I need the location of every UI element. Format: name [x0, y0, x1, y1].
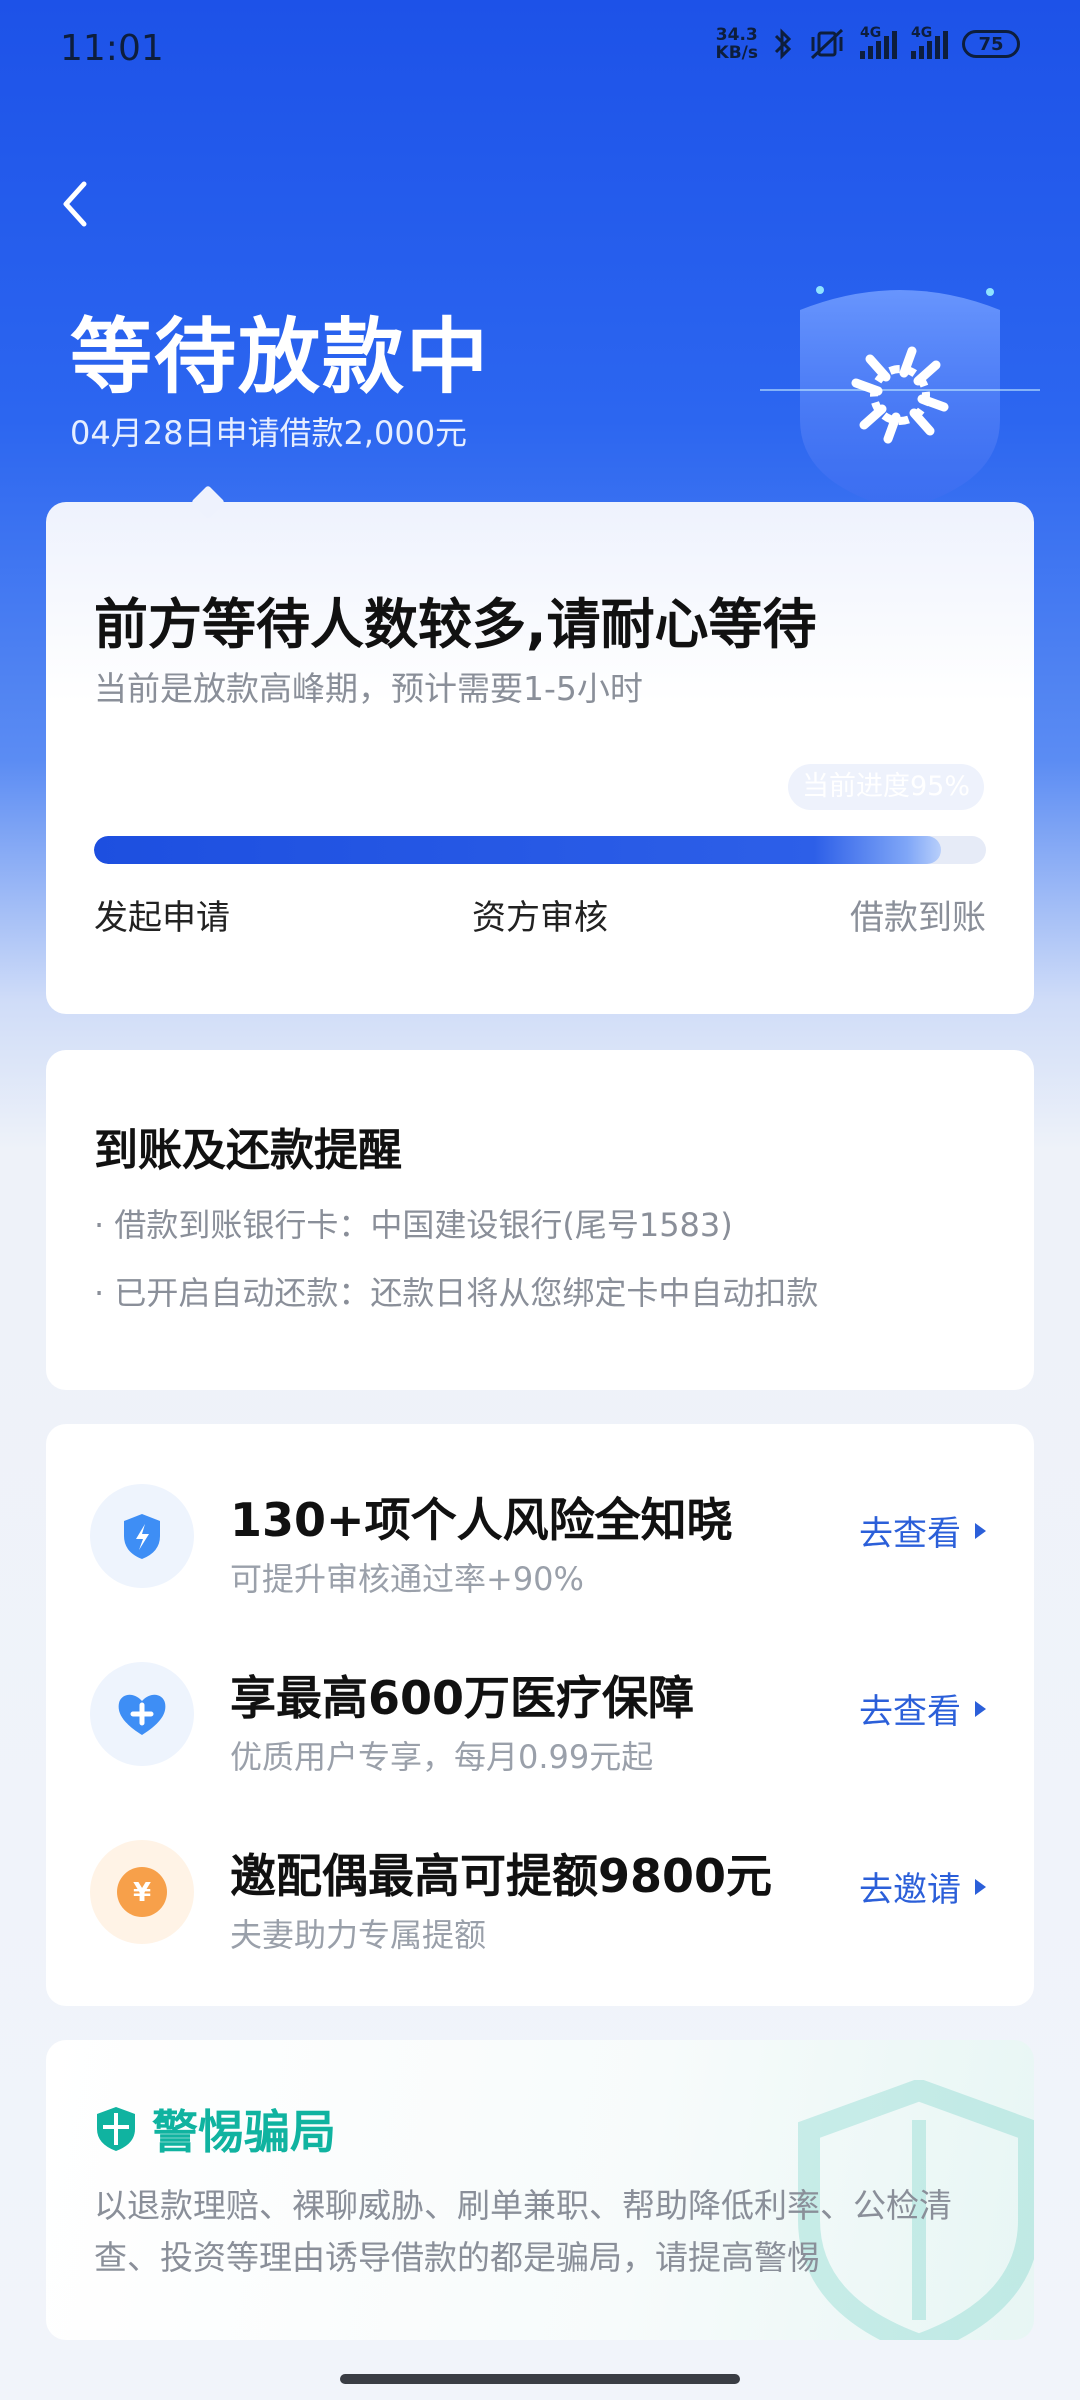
- fraud-warning-card: 警惕骗局 以退款理赔、裸聊威胁、刷单兼职、帮助降低利率、公检清查、投资等理由诱导…: [46, 2040, 1034, 2340]
- loan-progress-card: 前方等待人数较多,请耐心等待 当前是放款高峰期，预计需要1-5小时 当前进度95…: [46, 485, 1034, 1014]
- loan-application-info: 04月28日申请借款2,000元: [70, 414, 468, 452]
- triangle-right-icon: [975, 1522, 986, 1539]
- status-time: 11:01: [60, 28, 164, 69]
- progress-subtitle: 当前是放款高峰期，预计需要1-5小时: [94, 669, 643, 708]
- step-review: 资方审核: [472, 898, 608, 938]
- view-button[interactable]: 去查看: [859, 1684, 986, 1733]
- invite-button[interactable]: 去邀请: [859, 1862, 986, 1911]
- triangle-right-icon: [975, 1878, 986, 1895]
- fraud-warning-text: 以退款理赔、裸聊威胁、刷单兼职、帮助降低利率、公检清查、投资等理由诱导借款的都是…: [94, 2186, 952, 2277]
- status-bar: 11:01 34.3 KB/s 4G 4G 75: [0, 0, 1080, 100]
- fraud-warning-header: 警惕骗局: [94, 2096, 336, 2162]
- bluetooth-icon: [774, 28, 792, 60]
- network-speed: 34.3 KB/s: [715, 25, 758, 63]
- yuan-coin-icon: ¥: [90, 1840, 194, 1944]
- reminder-bank-card: · 借款到账银行卡：中国建设银行(尾号1583): [94, 1206, 733, 1244]
- step-apply: 发起申请: [94, 898, 230, 938]
- status-icons: 34.3 KB/s 4G 4G 75: [715, 25, 1020, 63]
- back-arrow-icon[interactable]: [48, 174, 108, 234]
- lightning-shield-icon: [90, 1484, 194, 1588]
- svg-text:¥: ¥: [133, 1878, 151, 1908]
- service-subtitle: 优质用户专享，每月0.99元起: [230, 1738, 654, 1776]
- card-pointer: [191, 485, 225, 519]
- reminder-auto-repay: · 已开启自动还款：还款日将从您绑定卡中自动扣款: [94, 1274, 819, 1312]
- service-subtitle: 可提升审核通过率+90%: [230, 1560, 584, 1598]
- shield-logo-icon: [760, 286, 1040, 510]
- service-subtitle: 夫妻助力专属提额: [230, 1916, 487, 1954]
- home-indicator[interactable]: [340, 2374, 740, 2384]
- fraud-warning-title: 警惕骗局: [152, 2105, 336, 2159]
- services-card: 130+项个人风险全知晓 可提升审核通过率+90% 去查看 享最高600万医疗保…: [46, 1424, 1034, 2006]
- page-title: 等待放款中: [70, 310, 491, 405]
- heart-plus-icon: [90, 1662, 194, 1766]
- service-spouse-invite[interactable]: ¥ 邀配偶最高可提额9800元 夫妻助力专属提额 去邀请: [46, 1820, 1034, 1970]
- service-title: 130+项个人风险全知晓: [230, 1493, 733, 1547]
- service-risk-report[interactable]: 130+项个人风险全知晓 可提升审核通过率+90% 去查看: [46, 1464, 1034, 1614]
- triangle-right-icon: [975, 1700, 986, 1717]
- signal-icon-2: 4G: [911, 25, 948, 59]
- view-button[interactable]: 去查看: [859, 1506, 986, 1555]
- service-title: 享最高600万医疗保障: [230, 1671, 695, 1725]
- step-disbursed: 借款到账: [850, 898, 986, 938]
- service-title: 邀配偶最高可提额9800元: [230, 1849, 773, 1903]
- reminder-title: 到账及还款提醒: [94, 1125, 402, 1176]
- shield-icon: [97, 2107, 135, 2151]
- repayment-reminder-card: 到账及还款提醒 · 借款到账银行卡：中国建设银行(尾号1583) · 已开启自动…: [46, 1050, 1034, 1390]
- progress-tooltip: 当前进度95%: [787, 764, 984, 810]
- signal-icon-1: 4G: [860, 25, 897, 59]
- progress-title: 前方等待人数较多,请耐心等待: [94, 593, 817, 656]
- progress-bar: [94, 836, 986, 864]
- progress-bar-fill: [94, 836, 942, 864]
- battery-icon: 75: [962, 30, 1020, 58]
- vibrate-off-icon: [810, 28, 844, 60]
- service-medical-insurance[interactable]: 享最高600万医疗保障 优质用户专享，每月0.99元起 去查看: [46, 1642, 1034, 1792]
